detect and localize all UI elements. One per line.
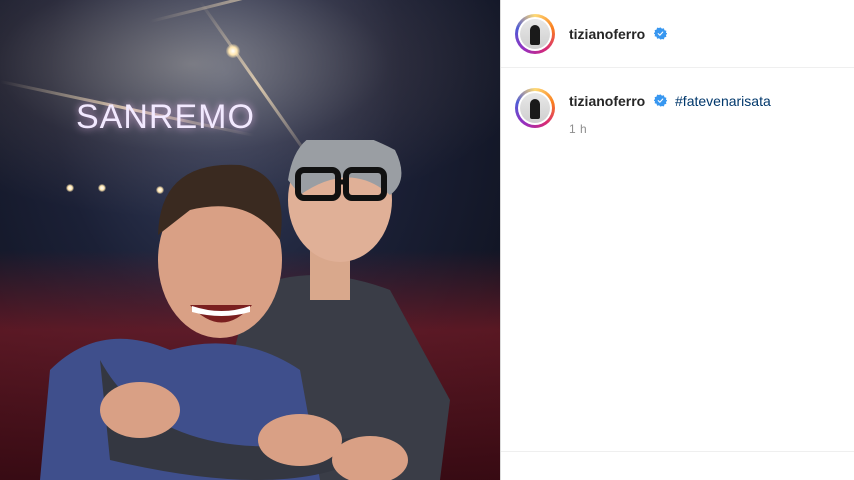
post-timestamp[interactable]: 1 h (569, 122, 771, 136)
verified-badge-icon (654, 26, 668, 40)
stage-sign: SANREMO (76, 98, 255, 136)
avatar[interactable] (520, 93, 550, 123)
hashtag-link[interactable]: #fatevenarisata (675, 93, 771, 109)
avatar[interactable] (520, 18, 550, 49)
post-side-panel: tizianoferro tizianoferro #fatevenarisat… (500, 0, 854, 480)
stage-spotlight (226, 44, 240, 58)
caption-username-text: tizianoferro (569, 93, 646, 109)
username-text: tizianoferro (569, 25, 646, 42)
photo-subjects (40, 140, 450, 480)
post-header: tizianoferro (501, 0, 854, 68)
post-photo[interactable]: SANREMO (0, 0, 500, 480)
username-link[interactable]: tizianoferro (569, 25, 668, 42)
story-ring[interactable] (515, 13, 555, 54)
divider (501, 451, 854, 452)
post-caption: tizianoferro #fatevenarisata 1 h (501, 68, 854, 136)
verified-badge-icon (654, 94, 668, 107)
story-ring[interactable] (515, 88, 555, 128)
caption-username-link[interactable]: tizianoferro (569, 93, 671, 109)
